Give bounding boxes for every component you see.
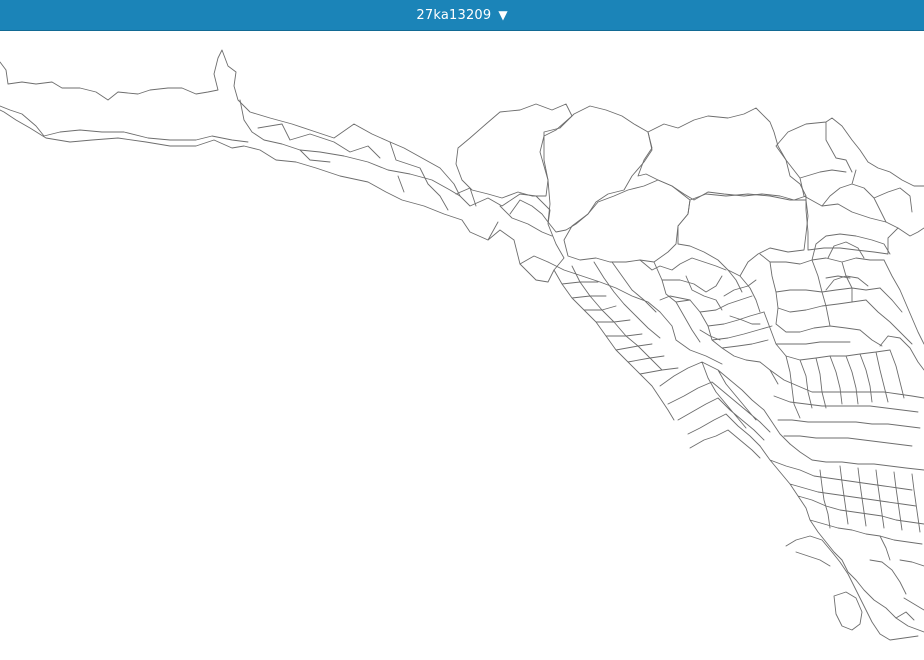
district-ne-2 [543,105,653,233]
district-ne-1 [455,103,573,199]
boundary-map[interactable] [0,31,924,660]
map-title: 27ka13209 [416,7,492,23]
boundary-map-svg [0,49,924,641]
district-ne-6 [775,117,924,237]
map-selector-dropdown[interactable]: 27ka13209 ▼ [0,0,924,31]
district-grid-middle [653,261,779,385]
district-south-1 [759,445,924,633]
district-ne-3 [637,107,807,201]
district-south-3 [785,535,924,641]
triangle-down-icon: ▼ [498,8,508,22]
district-cluster-north-inner [811,233,891,291]
district-strip-2 [257,123,477,211]
district-grid-south [659,361,791,459]
district-ne-7 [805,169,913,255]
district-east-1 [759,253,885,333]
map-coast-strip [0,105,249,143]
district-ne-5 [677,193,809,277]
district-east-edge [859,259,924,347]
map-outline-north [0,49,565,283]
district-ne-4 [563,179,691,263]
